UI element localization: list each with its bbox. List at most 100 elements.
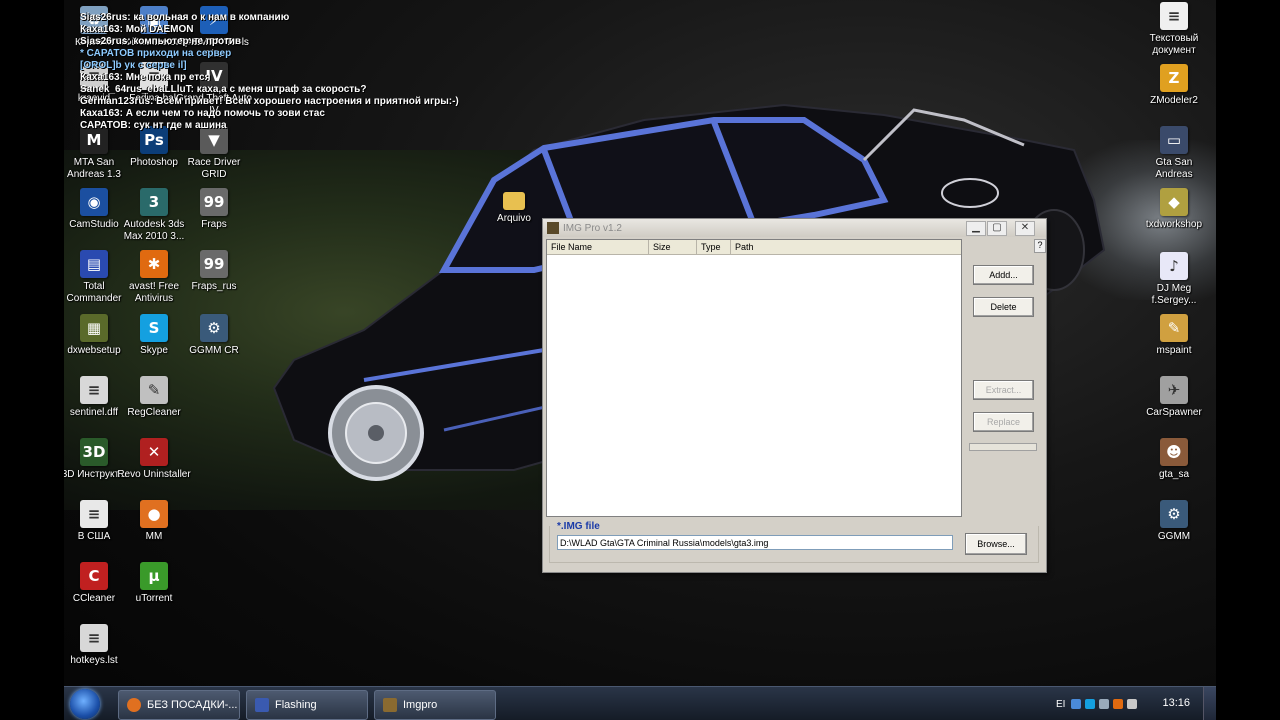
- chat-line: Каха163: А если чем то надо помочь то зо…: [80, 108, 325, 119]
- column-file-name[interactable]: File Name: [547, 240, 649, 254]
- taskbar: БЕЗ ПОСАДКИ-... Flashing Imgpro EI 13:16: [64, 686, 1216, 720]
- desktop-icon-label: Arquivo: [497, 213, 531, 224]
- ggmm-icon: ⚙: [1160, 500, 1188, 528]
- system-tray: EI: [1056, 687, 1216, 720]
- start-button[interactable]: [70, 689, 100, 719]
- close-button[interactable]: ✕: [1015, 221, 1035, 236]
- desktop-icon-label: GGMM: [1157, 531, 1191, 542]
- minimize-button[interactable]: ▁: [966, 221, 986, 236]
- clock[interactable]: 13:16: [1162, 697, 1190, 709]
- desktop-icon-gta-sa[interactable]: ▭ Gta San Andreas: [1136, 126, 1212, 181]
- desktop-icon-file[interactable]: ≡ hotkeys.lst: [64, 624, 132, 667]
- imgpro-icon: [383, 698, 397, 712]
- browse-button[interactable]: Browse...: [965, 533, 1027, 555]
- txdworkshop-icon: ◆: [1160, 188, 1188, 216]
- firefox-icon: ●: [140, 500, 168, 528]
- desktop-icon-ggmm[interactable]: ⚙ GGMM CR: [176, 314, 252, 357]
- camstudio-icon: ◉: [80, 188, 108, 216]
- taskbar-item-label: Flashing: [275, 699, 317, 711]
- file-icon: ≡: [80, 376, 108, 404]
- desktop-icon-arquivo[interactable]: Arquivo: [476, 192, 552, 225]
- 3d-instructor-icon: 3D: [80, 438, 108, 466]
- desktop-icon-fraps[interactable]: 99 Fraps: [176, 188, 252, 231]
- chat-line: Sias26rus: компьютер не против: [80, 36, 242, 47]
- desktop-icon-zmodeler[interactable]: Z ZModeler2: [1136, 64, 1212, 107]
- network-icon[interactable]: [1071, 699, 1082, 709]
- skype-tray-icon[interactable]: [1085, 699, 1096, 709]
- dxwebsetup-icon: ▦: [80, 314, 108, 342]
- help-button[interactable]: ?: [1034, 239, 1046, 253]
- desktop-icon-carspawner[interactable]: ✈ CarSpawner: [1136, 376, 1212, 419]
- desktop-icon-label: mspaint: [1156, 345, 1192, 356]
- desktop-icon-label: hotkeys.lst: [70, 655, 118, 666]
- revo-icon: ✕: [140, 438, 168, 466]
- ccleaner-icon: C: [80, 562, 108, 590]
- add-button[interactable]: Addd...: [973, 265, 1034, 285]
- skype-icon: S: [140, 314, 168, 342]
- desktop-icon-grid-game[interactable]: ▼ Race Driver GRID: [176, 126, 252, 181]
- file-list[interactable]: File Name Size Type Path: [546, 239, 962, 517]
- file-list-header: File Name Size Type Path: [547, 240, 961, 255]
- desktop-icon-label: Revo Uninstaller: [117, 469, 191, 480]
- imgpro-window: IMG Pro v1.2 ▁ ▢ ✕ ? File Name Size Type…: [542, 218, 1047, 573]
- firefox-icon: [127, 698, 141, 712]
- desktop-icon-label: CarSpawner: [1146, 407, 1202, 418]
- desktop-icon-txdworkshop[interactable]: ◆ txdworkshop: [1136, 188, 1212, 231]
- delete-button[interactable]: Delete: [973, 297, 1034, 317]
- maximize-button[interactable]: ▢: [987, 221, 1007, 236]
- mspaint-icon: ✎: [1160, 314, 1188, 342]
- desktop-icon-revo[interactable]: ✕ Revo Uninstaller: [116, 438, 192, 481]
- taskbar-item-label: Imgpro: [403, 699, 438, 711]
- desktop-icon-mp3[interactable]: ♪ DJ Meg f.Sergey...: [1136, 252, 1212, 307]
- desktop-icon-utorrent[interactable]: µ uTorrent: [116, 562, 192, 605]
- fraps-icon: 99: [200, 250, 228, 278]
- desktop-icon-fraps[interactable]: 99 Fraps_rus: [176, 250, 252, 293]
- desktop-icon-label: gta_sa: [1158, 469, 1190, 480]
- language-indicator[interactable]: EI: [1056, 699, 1065, 710]
- desktop-icon-ggmm[interactable]: ⚙ GGMM: [1136, 500, 1212, 543]
- desktop-icon-label: ZModeler2: [1150, 95, 1198, 106]
- desktop-icon-mspaint[interactable]: ✎ mspaint: [1136, 314, 1212, 357]
- column-size[interactable]: Size: [649, 240, 697, 254]
- taskbar-item-browser[interactable]: БЕЗ ПОСАДКИ-...: [118, 690, 240, 720]
- volume-icon[interactable]: [1099, 699, 1110, 709]
- chat-line: Sias26rus: ка вольная о к нам в компанию: [80, 12, 290, 23]
- fraps-icon: 99: [200, 188, 228, 216]
- desktop-icon-text-document[interactable]: ≡ Текстовый документ: [1136, 2, 1212, 57]
- column-type[interactable]: Type: [697, 240, 731, 254]
- flag-icon[interactable]: [1127, 699, 1138, 709]
- window-title: IMG Pro v1.2: [563, 222, 622, 234]
- img-file-label: *.IMG file: [557, 521, 600, 532]
- column-path[interactable]: Path: [731, 240, 959, 254]
- show-desktop-button[interactable]: [1203, 687, 1216, 720]
- taskbar-item-imgpro[interactable]: Imgpro: [374, 690, 496, 720]
- img-path-field[interactable]: D:\WLAD Gta\GTA Criminal Russia\models\g…: [557, 535, 953, 550]
- desktop-icon-label: DJ Meg f.Sergey...: [1151, 283, 1197, 306]
- 3dsmax-icon: 3: [140, 188, 168, 216]
- desktop-icon-regcleaner[interactable]: ✎ RegCleaner: [116, 376, 192, 419]
- desktop-icon-label: txdworkshop: [1145, 219, 1203, 230]
- chat-line: САРАТОВ: сук нт где м ашина: [80, 120, 227, 131]
- extract-button[interactable]: Extract...: [973, 380, 1034, 400]
- taskbar-item-flashing[interactable]: Flashing: [246, 690, 368, 720]
- replace-button[interactable]: Replace: [973, 412, 1034, 432]
- text-document-icon: ≡: [1160, 2, 1188, 30]
- folder-icon: [503, 192, 525, 210]
- antivirus-tray-icon[interactable]: [1113, 699, 1124, 709]
- chat-line: [OROL]b ук с серве il]: [80, 60, 187, 71]
- desktop-icon-firefox[interactable]: ● MM: [116, 500, 192, 543]
- desktop-icon-gta-sa-exe[interactable]: ☻ gta_sa: [1136, 438, 1212, 481]
- game-chat-overlay: Sias26rus: ка вольная о к нам в компанию…: [80, 12, 500, 132]
- desktop-icon-label: Fraps_rus: [191, 281, 237, 292]
- chat-line: Каха163: Мне пока пр ется: [80, 72, 211, 83]
- desktop-icon-label: GGMM CR: [189, 345, 239, 356]
- total-commander-icon: ▤: [80, 250, 108, 278]
- chat-line: Sanek_64rus_ebaLLluT: каха,а с меня штра…: [80, 84, 367, 95]
- gta-sa-exe-icon: ☻: [1160, 438, 1188, 466]
- file-icon: ≡: [80, 624, 108, 652]
- ggmm-icon: ⚙: [200, 314, 228, 342]
- gta-sa-icon: ▭: [1160, 126, 1188, 154]
- text-file-icon: ≡: [80, 500, 108, 528]
- desktop-icon-label: Fraps: [201, 219, 227, 230]
- desktop-icon-label: MM: [145, 531, 163, 542]
